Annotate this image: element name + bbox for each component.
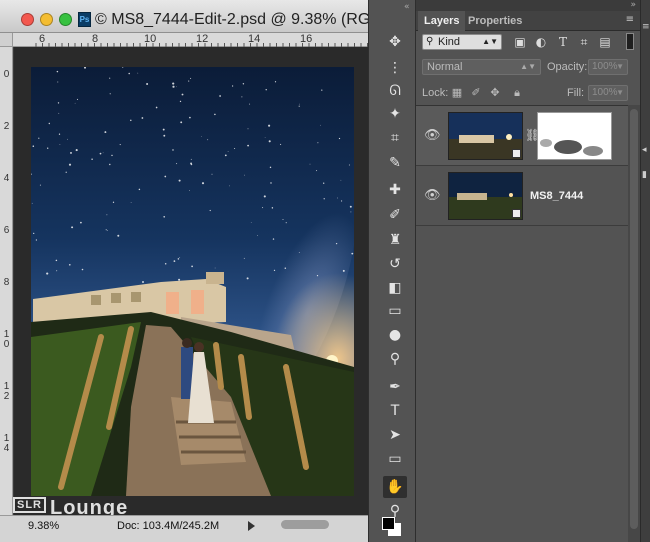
opacity-label: Opacity:: [547, 61, 588, 73]
ruler-tick: 6: [3, 225, 10, 236]
minimize-window-button[interactable]: [40, 13, 53, 26]
lock-all-icon[interactable]: 🔒︎: [510, 86, 524, 100]
layer-mask-thumbnail[interactable]: [537, 112, 612, 160]
ruler-marks: [35, 43, 368, 47]
ruler-tick: 1 0: [3, 329, 10, 350]
photo-canvas[interactable]: [31, 67, 354, 496]
document-size-info: Doc: 103.4M/245.2M: [117, 520, 220, 532]
opacity-field[interactable]: 100% ▼: [588, 59, 628, 75]
lasso-tool-icon[interactable]: ᘏ: [383, 80, 407, 102]
swatches-icon[interactable]: ◂: [642, 145, 647, 155]
zoom-window-button[interactable]: [59, 13, 72, 26]
adjustment-filter-icon[interactable]: ◐: [533, 34, 549, 50]
horizontal-ruler[interactable]: 6 8 10 12 14 16: [13, 33, 368, 47]
search-icon: ⚲: [426, 36, 434, 47]
close-window-button[interactable]: [21, 13, 34, 26]
crop-tool-icon[interactable]: ⌗: [383, 127, 407, 149]
lock-transparency-icon[interactable]: ▦: [450, 86, 464, 100]
layer-thumbnail[interactable]: [448, 112, 523, 160]
chevron-down-icon: ▲▼: [482, 37, 498, 46]
collapsed-panel-dock: ≡ ◂ ▮: [640, 0, 650, 542]
eye-icon[interactable]: 👁︎: [424, 128, 441, 143]
ruler-tick: 8: [3, 277, 10, 288]
blur-tool-icon[interactable]: ●: [383, 324, 407, 346]
lock-pixels-icon[interactable]: ✐: [469, 86, 483, 100]
smart-object-filter-icon[interactable]: ▤: [597, 34, 613, 50]
gradient-tool-icon[interactable]: ▭: [383, 300, 407, 322]
tools-panel: « ✥ ⋮ ᘏ ✦ ⌗ ✎ ✚ ✐ ♜ ↺ ◧ ▭ ● ⚲ ✒ T ➤ ▭ ✋ ⚲: [368, 0, 416, 542]
ruler-tick: 1 2: [3, 381, 10, 402]
layers-list: 👁︎ ⛓︎ 👁︎ MS8_7444: [416, 105, 628, 542]
lock-label: Lock:: [422, 87, 449, 99]
pen-tool-icon[interactable]: ✒: [383, 376, 407, 398]
chevron-down-icon: ▲▼: [520, 62, 536, 71]
mask-image: [538, 113, 611, 159]
scrollbar-thumb[interactable]: [630, 109, 638, 529]
eyedropper-tool-icon[interactable]: ✎: [383, 152, 407, 174]
type-tool-icon[interactable]: T: [383, 400, 407, 422]
eye-icon[interactable]: 👁︎: [424, 188, 441, 203]
marquee-tool-icon[interactable]: ⋮: [383, 57, 407, 79]
brush-tool-icon[interactable]: ✐: [383, 204, 407, 226]
rectangle-tool-icon[interactable]: ▭: [383, 448, 407, 470]
ruler-origin[interactable]: [0, 33, 13, 47]
dodge-tool-icon[interactable]: ⚲: [383, 348, 407, 370]
status-menu-arrow-icon[interactable]: [248, 521, 255, 531]
filter-toggle[interactable]: [626, 33, 634, 50]
document-titlebar[interactable]: Ps © MS8_7444-Edit-2.psd @ 9.38% (RGB/8): [0, 0, 400, 33]
panel-dock-header: »: [416, 0, 640, 11]
tab-properties[interactable]: Properties: [462, 11, 528, 31]
layer-thumbnail[interactable]: [448, 172, 523, 220]
magic-wand-tool-icon[interactable]: ✦: [383, 103, 407, 125]
panel-tabs: Layers Properties ≡: [416, 11, 640, 31]
document-window: Ps © MS8_7444-Edit-2.psd @ 9.38% (RGB/8)…: [0, 0, 400, 542]
zoom-level[interactable]: 9.38%: [28, 520, 59, 532]
ruler-tick: 2: [3, 121, 10, 132]
layer-row[interactable]: 👁︎ MS8_7444: [416, 166, 628, 226]
status-bar: 9.38% Doc: 103.4M/245.2M: [0, 515, 368, 542]
layers-scrollbar[interactable]: [628, 105, 640, 542]
clone-stamp-tool-icon[interactable]: ♜: [383, 229, 407, 251]
healing-brush-tool-icon[interactable]: ✚: [383, 179, 407, 201]
ruler-tick: 4: [3, 173, 10, 184]
document-title: © MS8_7444-Edit-2.psd @ 9.38% (RGB/8): [95, 11, 400, 28]
collapse-panel-icon[interactable]: »: [630, 0, 636, 10]
fill-label: Fill:: [567, 87, 585, 99]
layer-name[interactable]: MS8_7444: [530, 190, 583, 202]
panel-menu-icon[interactable]: ≡: [642, 22, 650, 32]
layers-panel: » Layers Properties ≡ ⚲ Kind ▲▼ ▣ ◐ T ⌗ …: [416, 0, 640, 542]
tab-layers[interactable]: Layers: [418, 11, 466, 31]
adjustments-icon[interactable]: ▮: [642, 170, 647, 180]
path-selection-tool-icon[interactable]: ➤: [383, 424, 407, 446]
ruler-tick: 1 4: [3, 433, 10, 454]
blend-mode-select[interactable]: Normal ▲▼: [422, 59, 541, 75]
type-filter-icon[interactable]: T: [555, 34, 571, 50]
foreground-background-colors[interactable]: [382, 517, 404, 539]
smart-object-badge-icon: [512, 209, 521, 218]
shape-filter-icon[interactable]: ⌗: [576, 34, 592, 50]
fill-field[interactable]: 100% ▼: [588, 85, 628, 101]
smart-object-badge-icon: [512, 149, 521, 158]
hand-tool-icon[interactable]: ✋: [383, 476, 407, 498]
eraser-tool-icon[interactable]: ◧: [383, 277, 407, 299]
panel-menu-icon[interactable]: ≡: [626, 14, 634, 25]
photoshop-file-icon: Ps: [78, 12, 91, 27]
foreground-color-swatch[interactable]: [382, 517, 395, 530]
image-filter-icon[interactable]: ▣: [512, 34, 528, 50]
horizontal-scrollbar[interactable]: [281, 520, 329, 529]
layer-row[interactable]: 👁︎ ⛓︎: [416, 106, 628, 166]
night-wedding-photo: [31, 67, 354, 496]
vertical-ruler[interactable]: 0 2 4 6 8 1 0 1 2 1 4: [0, 47, 13, 515]
collapse-toolbar-icon[interactable]: «: [404, 2, 410, 12]
lock-position-icon[interactable]: ✥: [488, 86, 502, 100]
history-brush-tool-icon[interactable]: ↺: [383, 253, 407, 275]
layer-filter-kind-select[interactable]: ⚲ Kind ▲▼: [422, 34, 502, 50]
move-tool-icon[interactable]: ✥: [383, 31, 407, 53]
ruler-tick: 0: [3, 69, 10, 80]
